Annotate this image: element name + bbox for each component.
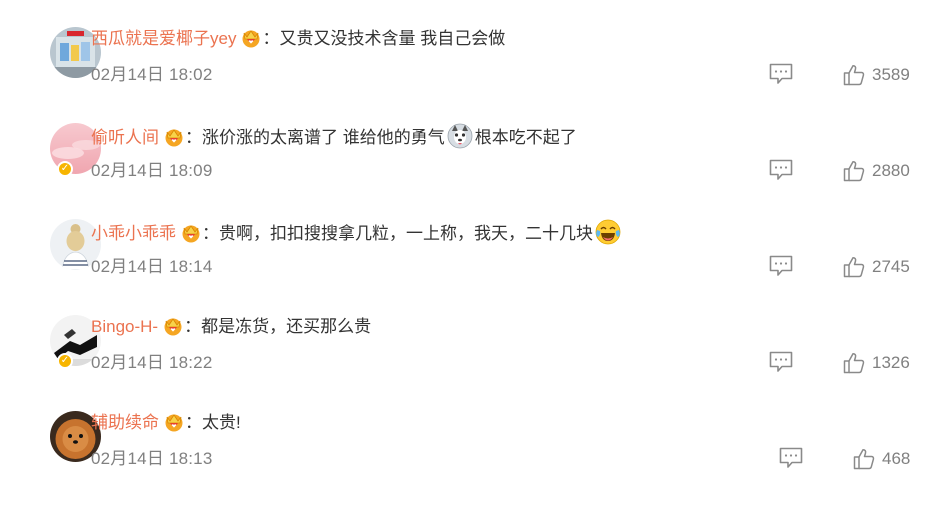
- thumbs-up-icon: [843, 353, 865, 374]
- thumbs-up-icon: [843, 161, 865, 182]
- timestamp: 02月14日 18:02: [91, 65, 213, 84]
- timestamp: 02月14日 18:14: [91, 257, 213, 276]
- like-button[interactable]: 3589: [843, 63, 910, 87]
- like-button[interactable]: 2745: [843, 255, 910, 279]
- username[interactable]: 偷听人间: [91, 128, 159, 147]
- reply-button[interactable]: [769, 255, 793, 277]
- like-count: 3589: [872, 65, 910, 84]
- timestamp: 02月14日 18:13: [91, 449, 213, 468]
- comment-icon: [769, 63, 793, 84]
- timestamp: 02月14日 18:22: [91, 353, 213, 372]
- avatar[interactable]: [25, 27, 101, 78]
- verified-badge-icon: ✓: [57, 353, 73, 369]
- comment-icon: [769, 351, 793, 372]
- comment-text: 都是冻货，还买那么贵: [201, 317, 372, 336]
- comment-icon: [769, 159, 793, 180]
- separator: ：: [184, 317, 202, 336]
- comment-icon: [769, 255, 793, 276]
- comment-line: Bingo-H- ：都是冻货，还买那么贵: [91, 315, 371, 339]
- comment-text-after-emoji: 根本吃不起了: [474, 128, 577, 147]
- reply-button[interactable]: [779, 447, 803, 469]
- comment-text: 涨价涨的太离谱了 谁给他的勇气: [202, 128, 445, 147]
- thumbs-up-icon: [843, 65, 865, 86]
- comment-line: 西瓜就是爱椰子yey ：又贵又没技术含量 我自己会做: [91, 27, 505, 51]
- username[interactable]: 小乖小乖乖: [91, 224, 176, 243]
- comment-item: 辅助续命 ：太贵! 02月14日 18:13 468: [0, 411, 938, 507]
- thumbs-up-icon: [843, 257, 865, 278]
- timestamp: 02月14日 18:09: [91, 161, 213, 180]
- like-button[interactable]: 468: [853, 447, 910, 471]
- username[interactable]: 西瓜就是爱椰子yey: [91, 29, 236, 48]
- crown-badge-icon: [240, 28, 262, 48]
- separator: ：: [202, 224, 219, 243]
- reply-button[interactable]: [769, 63, 793, 85]
- comment-line: 辅助续命 ：太贵!: [91, 411, 241, 435]
- reply-button[interactable]: [769, 159, 793, 181]
- like-count: 1326: [872, 353, 910, 372]
- comment-text: 太贵!: [202, 413, 241, 432]
- comment-line: 偷听人间 ：涨价涨的太离谱了 谁给他的勇气 根本吃不起了: [91, 123, 577, 149]
- husky-dog-emoji: [447, 123, 473, 149]
- separator: ：: [185, 413, 202, 432]
- crown-badge-icon: [163, 127, 185, 147]
- separator: ：: [185, 128, 202, 147]
- like-count: 2745: [872, 257, 910, 276]
- laughing-tears-emoji: [595, 219, 621, 245]
- comment-text: 贵啊，扣扣搜搜拿几粒，一上称，我天，二十几块: [219, 224, 593, 243]
- username[interactable]: 辅助续命: [91, 413, 159, 432]
- comment-item: 西瓜就是爱椰子yey ：又贵又没技术含量 我自己会做 02月14日 18:02 3…: [0, 27, 938, 123]
- like-count: 468: [882, 449, 911, 468]
- comment-item: ✓ Bingo-H- ：都是冻货，还买那么贵 02月14日 18:22 1326: [0, 315, 938, 411]
- avatar[interactable]: [25, 411, 101, 462]
- avatar[interactable]: [25, 219, 101, 270]
- separator: ：: [262, 29, 280, 48]
- comment-text: 又贵又没技术含量 我自己会做: [279, 29, 506, 48]
- comment-line: 小乖小乖乖 ：贵啊，扣扣搜搜拿几粒，一上称，我天，二十几块: [91, 219, 623, 245]
- comment-item: ✓ 偷听人间 ：涨价涨的太离谱了 谁给他的勇气 根本吃不起了 02月14日 18:0…: [0, 123, 938, 219]
- comment-icon: [779, 447, 803, 468]
- crown-badge-icon: [180, 223, 202, 243]
- thumbs-up-icon: [853, 449, 875, 470]
- like-button[interactable]: 2880: [843, 159, 910, 183]
- like-button[interactable]: 1326: [843, 351, 910, 375]
- crown-badge-icon: [162, 316, 184, 336]
- username[interactable]: Bingo-H-: [91, 317, 158, 336]
- verified-badge-icon: ✓: [57, 161, 73, 177]
- comment-item: 小乖小乖乖 ：贵啊，扣扣搜搜拿几粒，一上称，我天，二十几块 02月14日 18:1…: [0, 219, 938, 315]
- crown-badge-icon: [163, 412, 185, 432]
- reply-button[interactable]: [769, 351, 793, 373]
- like-count: 2880: [872, 161, 910, 180]
